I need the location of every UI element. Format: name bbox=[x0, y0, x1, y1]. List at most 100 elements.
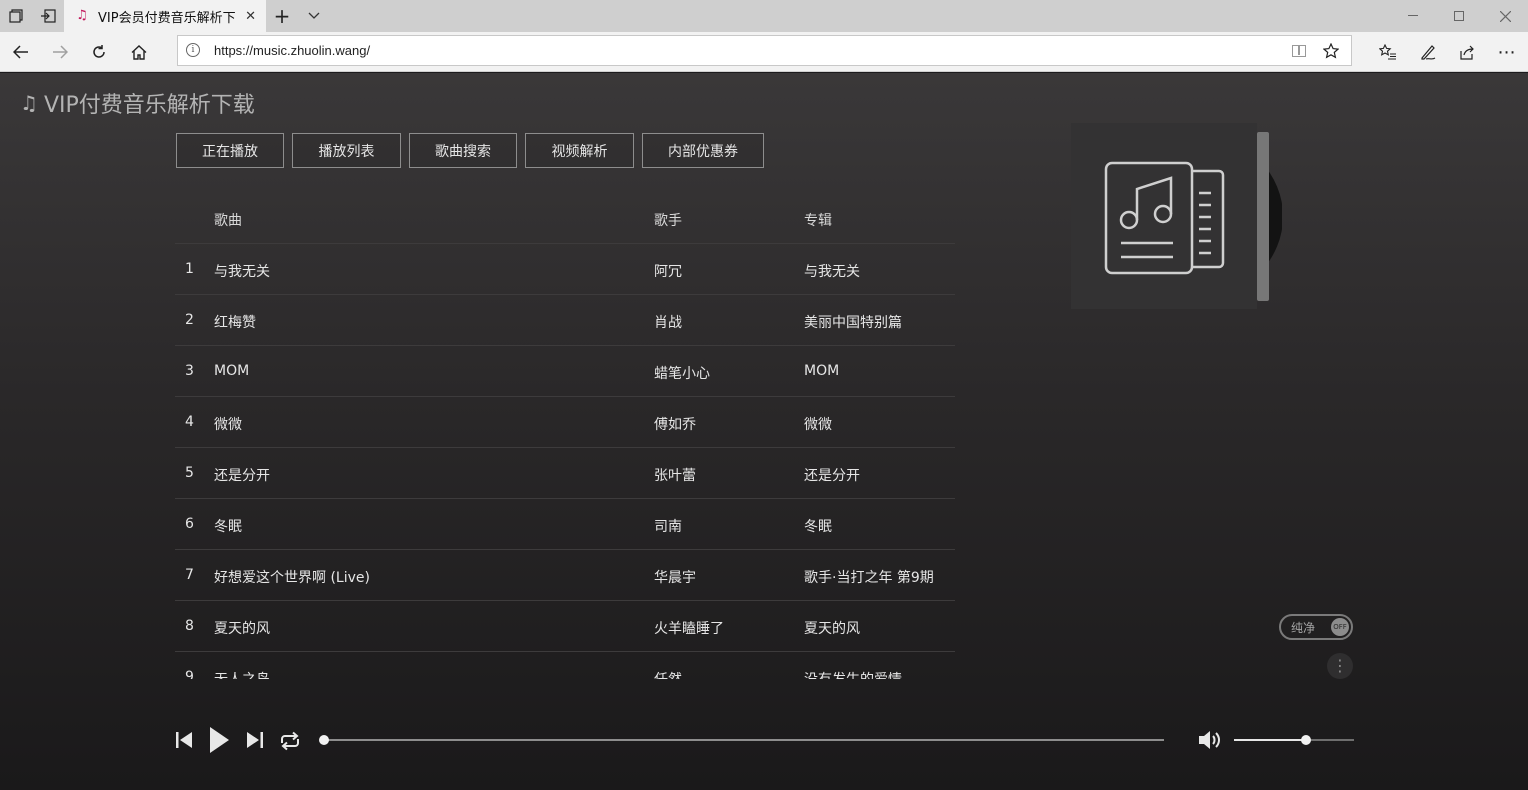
menu-coupon-button[interactable]: 内部优惠券 bbox=[642, 133, 764, 168]
song-artist: 张叶蕾 bbox=[654, 468, 696, 484]
header-song: 歌曲 bbox=[214, 213, 242, 229]
menu-search-button[interactable]: 歌曲搜索 bbox=[409, 133, 517, 168]
toggle-knob: OFF bbox=[1331, 618, 1349, 636]
chevron-down-icon[interactable] bbox=[298, 0, 330, 32]
loop-icon[interactable] bbox=[277, 729, 303, 753]
song-artist: 阿冗 bbox=[654, 264, 682, 280]
song-album: 微微 bbox=[804, 417, 832, 433]
header-album: 专辑 bbox=[804, 213, 832, 229]
minimize-icon[interactable] bbox=[1390, 0, 1436, 32]
song-title: 与我无关 bbox=[214, 264, 270, 280]
progress-knob[interactable] bbox=[319, 735, 329, 745]
url-text[interactable]: https://music.zhuolin.wang/ bbox=[214, 43, 370, 58]
song-album: 夏天的风 bbox=[804, 621, 860, 637]
menu-now-playing-button[interactable]: 正在播放 bbox=[176, 133, 284, 168]
song-number: 8 bbox=[185, 618, 194, 634]
more-options-icon[interactable]: ⋯ bbox=[1489, 36, 1525, 68]
song-number: 7 bbox=[185, 567, 194, 583]
refresh-icon[interactable] bbox=[81, 36, 117, 68]
song-title: MOM bbox=[214, 363, 250, 379]
volume-icon[interactable] bbox=[1196, 727, 1224, 753]
song-album: MOM bbox=[804, 363, 840, 379]
table-row[interactable]: 5 还是分开 张叶蕾 还是分开 bbox=[175, 448, 955, 499]
song-artist: 傅如乔 bbox=[654, 417, 696, 433]
music-note-icon: ♫ bbox=[76, 8, 88, 23]
site-header: ♫ VIP付费音乐解析下载 bbox=[20, 87, 255, 119]
table-header: 歌曲 歌手 专辑 bbox=[175, 193, 955, 244]
window-close-icon[interactable] bbox=[1482, 0, 1528, 32]
song-artist: 火羊瞌睡了 bbox=[654, 621, 724, 637]
song-title: 无人之岛 bbox=[214, 669, 270, 679]
table-row[interactable]: 3 MOM 蜡笔小心 MOM bbox=[175, 346, 955, 397]
volume-knob[interactable] bbox=[1301, 735, 1311, 745]
previous-icon[interactable] bbox=[172, 727, 196, 753]
table-row[interactable]: 6 冬眠 司南 冬眠 bbox=[175, 499, 955, 550]
song-title: 夏天的风 bbox=[214, 621, 270, 637]
info-icon[interactable]: i bbox=[186, 43, 200, 57]
share-icon[interactable] bbox=[1449, 36, 1485, 68]
song-artist: 蜡笔小心 bbox=[654, 366, 710, 382]
progress-bar[interactable] bbox=[319, 735, 1164, 745]
table-row[interactable]: 7 好想爱这个世界啊 (Live) 华晨宇 歌手·当打之年 第9期 bbox=[175, 550, 955, 601]
volume-fill bbox=[1234, 739, 1306, 741]
close-icon[interactable]: ✕ bbox=[245, 9, 256, 24]
table-row[interactable]: 1 与我无关 阿冗 与我无关 bbox=[175, 244, 955, 295]
site-title: VIP付费音乐解析下载 bbox=[43, 93, 255, 118]
song-number: 1 bbox=[185, 261, 194, 277]
song-title: 冬眠 bbox=[214, 519, 242, 535]
header-artist: 歌手 bbox=[654, 213, 682, 229]
song-artist: 任然 bbox=[654, 669, 682, 679]
set-aside-tabs-icon[interactable] bbox=[32, 0, 64, 32]
table-row[interactable]: 4 微微 傅如乔 微微 bbox=[175, 397, 955, 448]
play-icon[interactable] bbox=[206, 725, 232, 755]
song-number: 2 bbox=[185, 312, 194, 328]
maximize-icon[interactable] bbox=[1436, 0, 1482, 32]
table-row[interactable]: 8 夏天的风 火羊瞌睡了 夏天的风 bbox=[175, 601, 955, 652]
browser-tab[interactable]: ♫ VIP会员付费音乐解析下 ✕ bbox=[64, 0, 266, 32]
back-icon[interactable] bbox=[3, 36, 39, 68]
address-toolbar: i https://music.zhuolin.wang/ ⋯ bbox=[0, 32, 1528, 72]
song-album: 歌手·当打之年 第9期 bbox=[804, 570, 934, 586]
song-number: 6 bbox=[185, 516, 194, 532]
url-bar[interactable]: i https://music.zhuolin.wang/ bbox=[177, 35, 1352, 66]
cover-edge bbox=[1257, 132, 1269, 301]
song-album: 没有发生的爱情 bbox=[804, 669, 902, 679]
pure-mode-label: 纯净 bbox=[1291, 620, 1316, 635]
music-note-icon: ♫ bbox=[20, 91, 38, 115]
pure-mode-toggle[interactable]: 纯净 OFF bbox=[1279, 614, 1353, 640]
more-vertical-icon[interactable]: ⋮ bbox=[1327, 653, 1353, 679]
main-menu: 正在播放 播放列表 歌曲搜索 视频解析 内部优惠券 bbox=[176, 133, 772, 168]
favorites-hub-icon[interactable] bbox=[1370, 36, 1406, 68]
music-document-icon bbox=[1104, 161, 1225, 275]
song-title: 还是分开 bbox=[214, 468, 270, 484]
tab-actions-icon[interactable] bbox=[0, 0, 32, 32]
song-artist: 肖战 bbox=[654, 315, 682, 331]
song-album: 美丽中国特别篇 bbox=[804, 315, 902, 331]
next-icon[interactable] bbox=[243, 727, 267, 753]
song-title: 红梅赞 bbox=[214, 315, 256, 331]
pen-notes-icon[interactable] bbox=[1410, 36, 1446, 68]
song-title: 好想爱这个世界啊 (Live) bbox=[214, 570, 370, 586]
new-tab-icon[interactable]: + bbox=[266, 0, 298, 32]
song-list: 歌曲 歌手 专辑 1 与我无关 阿冗 与我无关 2 红梅赞 肖战 美丽中国特别篇 3 MOM 蜡笔小… bbox=[175, 193, 955, 679]
song-number: 4 bbox=[185, 414, 194, 430]
table-row[interactable]: 2 红梅赞 肖战 美丽中国特别篇 bbox=[175, 295, 955, 346]
tab-title: VIP会员付费音乐解析下 bbox=[98, 10, 236, 26]
song-number: 5 bbox=[185, 465, 194, 481]
volume-slider[interactable] bbox=[1234, 735, 1354, 745]
forward-icon[interactable] bbox=[42, 36, 78, 68]
menu-playlist-button[interactable]: 播放列表 bbox=[292, 133, 401, 168]
table-row[interactable]: 9 无人之岛 任然 没有发生的爱情 bbox=[175, 652, 955, 679]
tab-bar: ♫ VIP会员付费音乐解析下 ✕ + bbox=[0, 0, 1528, 32]
song-album: 与我无关 bbox=[804, 264, 860, 280]
song-title: 微微 bbox=[214, 417, 242, 433]
song-number: 9 bbox=[185, 669, 194, 679]
song-artist: 华晨宇 bbox=[654, 570, 696, 586]
song-artist: 司南 bbox=[654, 519, 682, 535]
home-icon[interactable] bbox=[121, 36, 157, 68]
reading-view-icon[interactable] bbox=[1288, 41, 1310, 61]
menu-video-parse-button[interactable]: 视频解析 bbox=[525, 133, 634, 168]
song-album: 冬眠 bbox=[804, 519, 832, 535]
favorite-star-icon[interactable] bbox=[1320, 41, 1342, 61]
song-number: 3 bbox=[185, 363, 194, 379]
